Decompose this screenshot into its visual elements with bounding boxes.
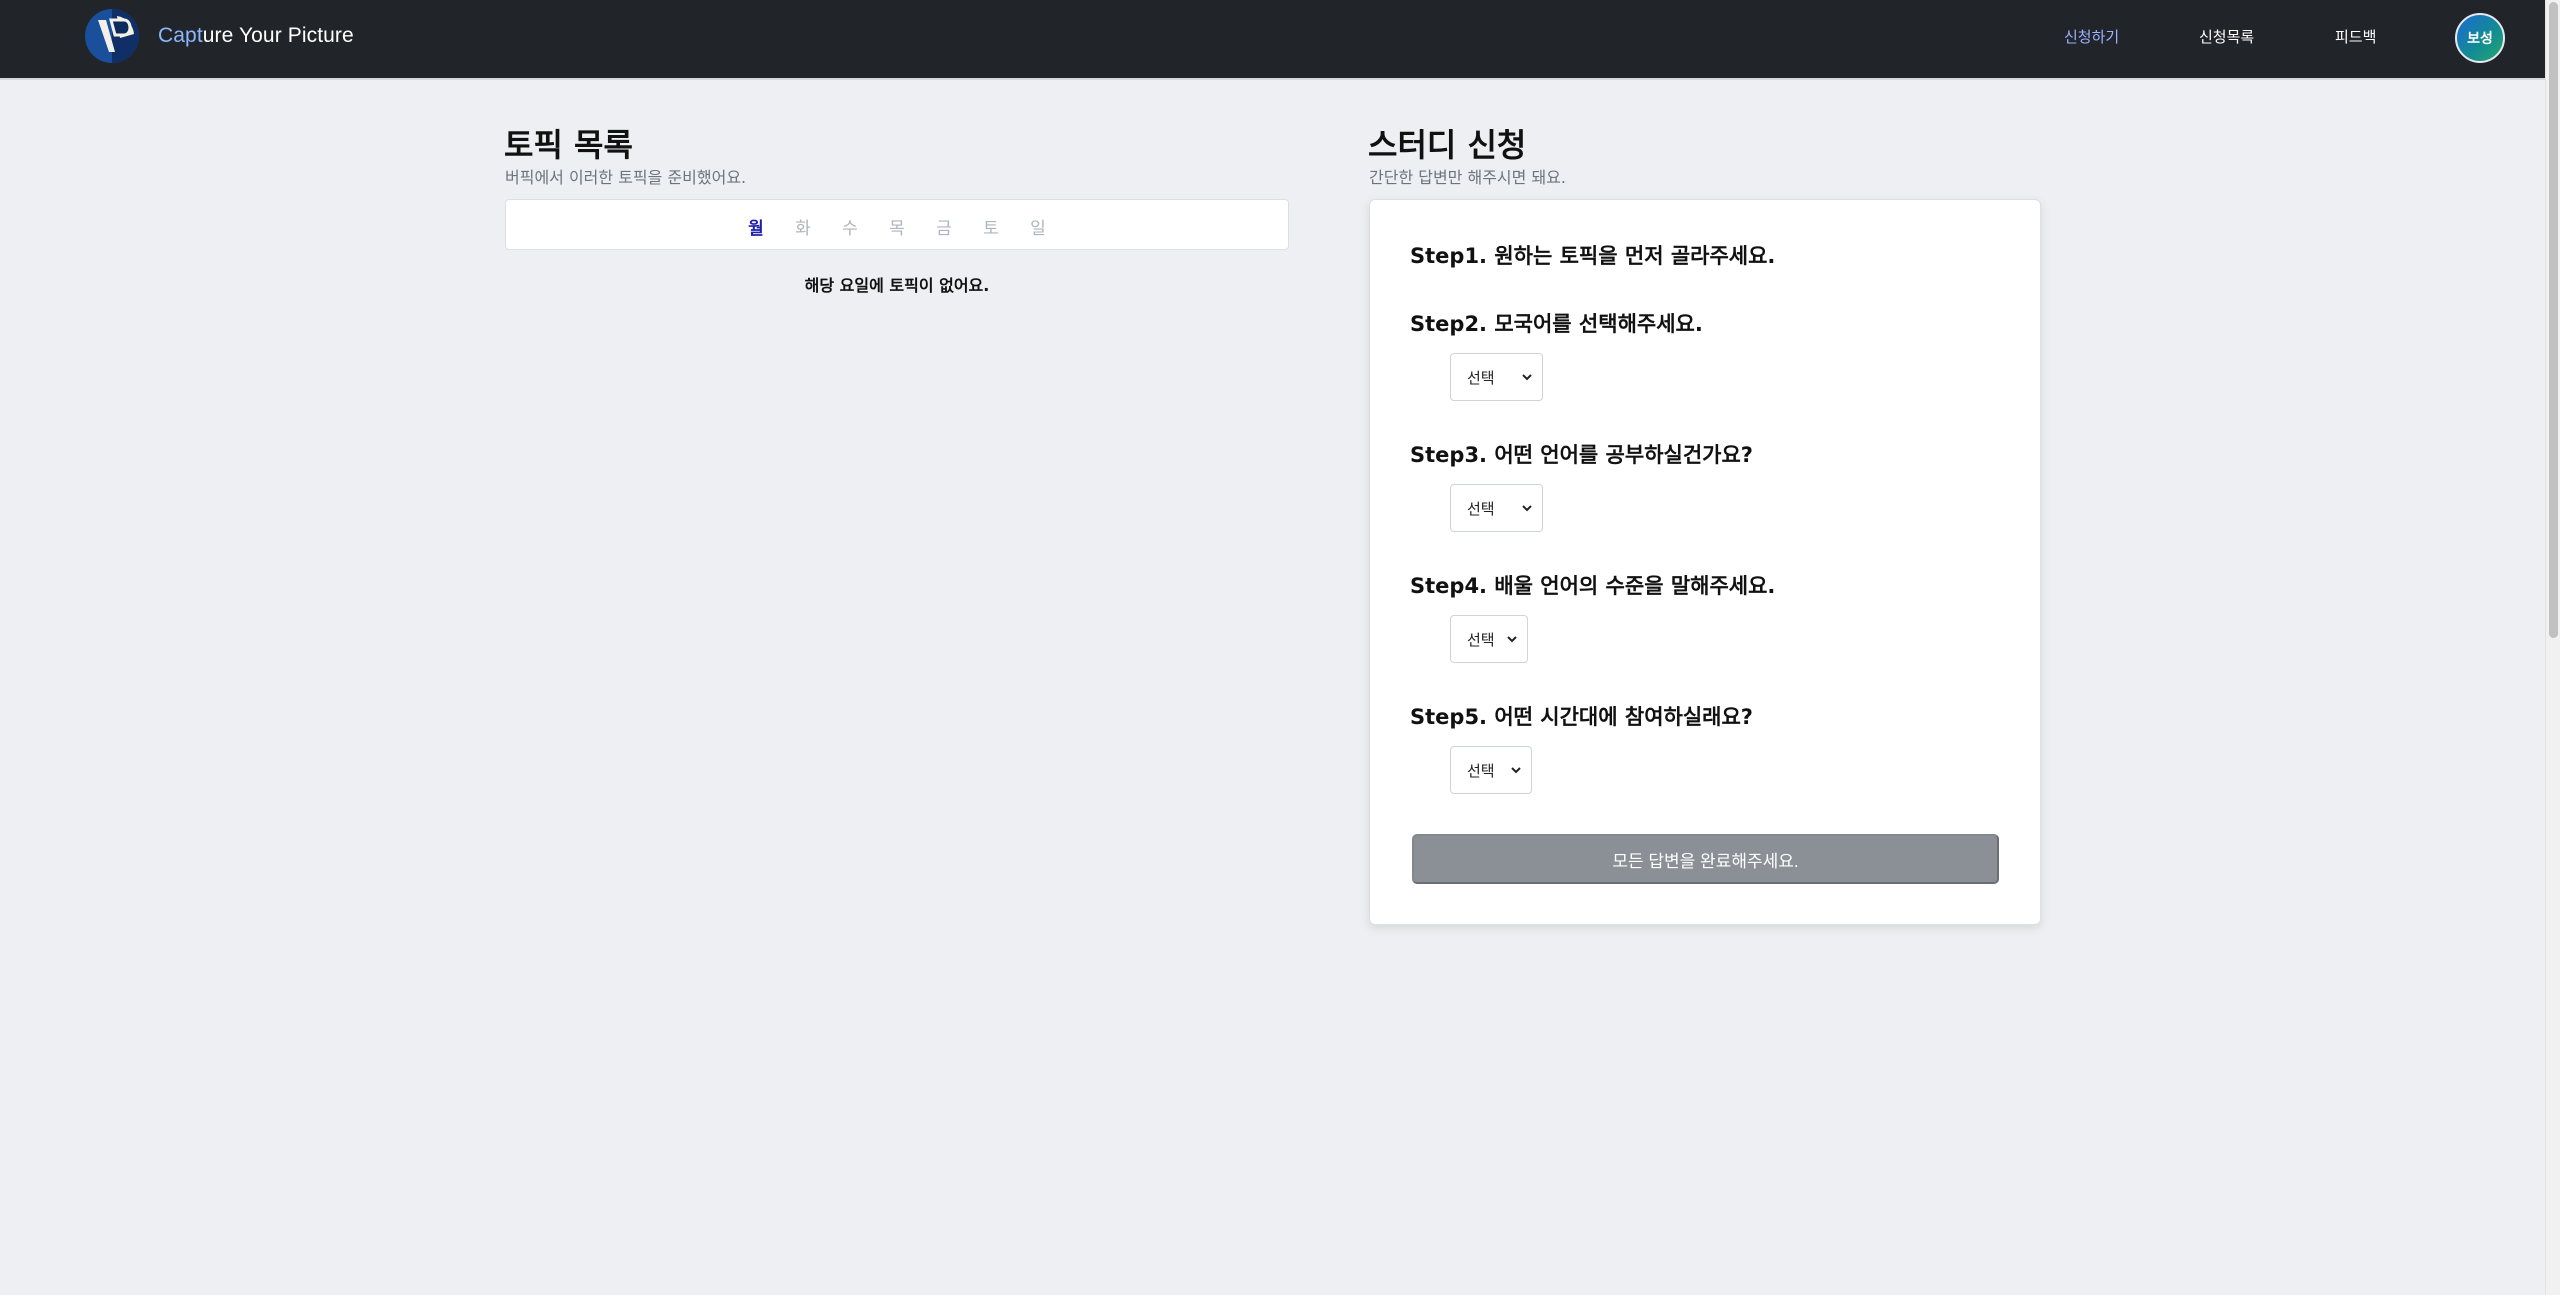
- step3-label: Step3. 어떤 언어를 공부하실건가요?: [1410, 443, 1753, 467]
- submit-button[interactable]: 모든 답변을 완료해주세요.: [1412, 834, 1999, 884]
- scrollbar-thumb[interactable]: [2549, 2, 2558, 638]
- chevron-down-icon: [1511, 767, 1521, 774]
- page-scrollbar[interactable]: [2545, 0, 2560, 1295]
- language-level-select-value: 선택: [1467, 630, 1495, 649]
- language-level-select[interactable]: 선택: [1450, 615, 1528, 663]
- top-navbar: Capture Your Picture 신청하기 신청목록 피드백 보성: [0, 0, 2545, 80]
- avatar[interactable]: 보성: [2455, 13, 2505, 63]
- brand-name-rest: ure Your Picture: [202, 24, 354, 47]
- time-slot-select-value: 선택: [1467, 761, 1495, 780]
- brand-name-prefix: Capt: [158, 24, 203, 47]
- target-language-select[interactable]: 선택: [1450, 484, 1543, 532]
- tab-friday[interactable]: 금: [932, 214, 956, 239]
- target-language-select-value: 선택: [1467, 499, 1495, 518]
- tab-saturday[interactable]: 토: [979, 214, 1003, 239]
- chevron-down-icon: [1522, 505, 1532, 512]
- study-form-card: Step1. 원하는 토픽을 먼저 골라주세요. Step2. 모국어를 선택해…: [1369, 199, 2041, 925]
- step4-label: Step4. 배울 언어의 수준을 말해주세요.: [1410, 574, 1776, 598]
- logo-icon[interactable]: [84, 8, 140, 64]
- native-language-select-value: 선택: [1467, 368, 1495, 387]
- nav-feedback[interactable]: 피드백: [2335, 26, 2376, 47]
- step1-label: Step1. 원하는 토픽을 먼저 골라주세요.: [1410, 244, 1776, 268]
- tab-tuesday[interactable]: 화: [791, 214, 815, 239]
- tab-wednesday[interactable]: 수: [838, 214, 862, 239]
- empty-topics-message: 해당 요일에 토픽이 없어요.: [804, 276, 990, 295]
- native-language-select[interactable]: 선택: [1450, 353, 1543, 401]
- study-subtitle: 간단한 답변만 해주시면 돼요.: [1369, 168, 1566, 187]
- step2-label: Step2. 모국어를 선택해주세요.: [1410, 312, 1703, 336]
- nav-apply[interactable]: 신청하기: [2064, 26, 2119, 47]
- brand-name[interactable]: Capture Your Picture: [158, 24, 354, 48]
- chevron-down-icon: [1507, 636, 1517, 643]
- tab-thursday[interactable]: 목: [885, 214, 909, 239]
- day-tabs: 월 화 수 목 금 토 일: [505, 199, 1289, 250]
- time-slot-select[interactable]: 선택: [1450, 746, 1532, 794]
- nav-application-list[interactable]: 신청목록: [2199, 26, 2254, 47]
- tab-monday[interactable]: 월: [744, 214, 768, 239]
- study-title: 스터디 신청: [1368, 126, 1527, 164]
- tab-sunday[interactable]: 일: [1026, 214, 1050, 239]
- step5-label: Step5. 어떤 시간대에 참여하실래요?: [1410, 705, 1753, 729]
- topics-title: 토픽 목록: [504, 126, 633, 164]
- chevron-down-icon: [1522, 374, 1532, 381]
- topics-subtitle: 버픽에서 이러한 토픽을 준비했어요.: [505, 168, 747, 187]
